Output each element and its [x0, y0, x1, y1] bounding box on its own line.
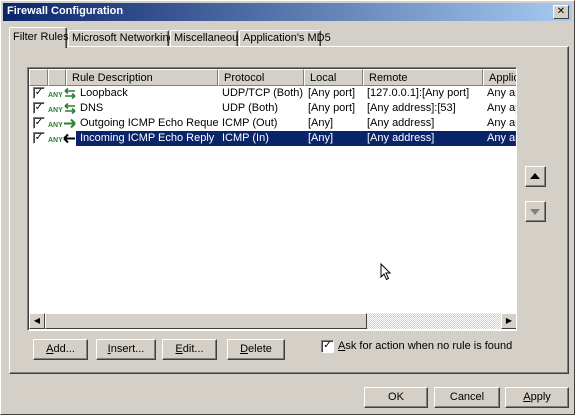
- apply-button[interactable]: Apply: [505, 387, 569, 408]
- rule-enabled-checkbox[interactable]: ✓: [33, 87, 45, 99]
- tab-strip: Filter Rules Microsoft Networking Miscel…: [9, 27, 569, 48]
- rule-local: [Any port]: [308, 87, 356, 99]
- column-header-application[interactable]: Applica: [483, 69, 516, 86]
- any-label: ANY: [48, 122, 63, 129]
- column-header-icon[interactable]: [48, 69, 66, 86]
- button-label: Cancel: [449, 391, 485, 403]
- button-label: OK: [388, 391, 404, 403]
- rule-remote: [Any address]:[53]: [367, 102, 456, 114]
- ask-for-action-label[interactable]: Ask for action when no rule is found: [338, 340, 512, 352]
- table-row[interactable]: ✓ ANY Outgoing ICMP Echo Request ICMP (O…: [29, 116, 516, 131]
- close-icon: ✕: [556, 6, 566, 17]
- mouse-cursor-icon: [380, 263, 392, 281]
- table-row-selected[interactable]: ✓ ANY Incoming ICMP Echo Reply ICMP (In)…: [29, 131, 516, 146]
- rules-list[interactable]: Rule Description Protocol Local Remote A…: [27, 67, 517, 331]
- rule-application: Any ap: [487, 117, 516, 129]
- column-header-remote[interactable]: Remote: [363, 69, 483, 86]
- tab-label: Microsoft Networking: [72, 32, 175, 44]
- add-button[interactable]: Add...: [33, 339, 88, 360]
- horizontal-scrollbar[interactable]: ◀ ▶: [29, 313, 516, 329]
- rule-description: Incoming ICMP Echo Reply: [80, 132, 215, 144]
- rule-protocol: UDP (Both): [222, 102, 279, 114]
- rule-protocol: ICMP (In): [222, 132, 269, 144]
- option-label: sk for action when no rule is found: [345, 340, 513, 352]
- rule-enabled-checkbox[interactable]: ✓: [33, 102, 45, 114]
- rule-enabled-checkbox[interactable]: ✓: [33, 117, 45, 129]
- rule-description: Outgoing ICMP Echo Request: [80, 117, 218, 129]
- title-bar[interactable]: Firewall Configuration ✕: [3, 3, 572, 21]
- rule-local: [Any port]: [308, 102, 356, 114]
- any-label: ANY: [48, 137, 63, 144]
- button-mnemonic: A: [523, 391, 531, 403]
- button-label: dd...: [53, 343, 75, 355]
- scroll-left-button[interactable]: ◀: [29, 313, 45, 329]
- button-mnemonic: E: [175, 343, 183, 355]
- window-title: Firewall Configuration: [7, 5, 124, 17]
- triangle-down-icon: [530, 209, 540, 215]
- check-icon: ✓: [34, 102, 44, 113]
- tab-label: Miscellaneous: [174, 32, 244, 44]
- rule-enabled-checkbox[interactable]: ✓: [33, 132, 45, 144]
- check-icon: ✓: [34, 117, 44, 128]
- check-icon: ✓: [34, 132, 44, 143]
- rule-application: Any ap: [487, 87, 516, 99]
- tab-miscellaneous[interactable]: Miscellaneous: [170, 30, 244, 47]
- any-label: ANY: [48, 92, 63, 99]
- column-header-check[interactable]: [29, 69, 48, 86]
- cancel-button[interactable]: Cancel: [434, 387, 500, 408]
- insert-button[interactable]: Insert...: [96, 339, 156, 360]
- table-row[interactable]: ✓ ANY DNS UDP (Both) [Any port] [Any add…: [29, 101, 516, 116]
- scrollbar-thumb[interactable]: [45, 313, 367, 329]
- ok-button[interactable]: OK: [364, 387, 428, 408]
- any-label: ANY: [48, 107, 63, 114]
- button-label: pply: [530, 391, 551, 403]
- rule-local: [Any]: [308, 117, 334, 129]
- triangle-up-icon: [530, 173, 540, 179]
- close-button[interactable]: ✕: [553, 5, 569, 19]
- tab-applications-md5[interactable]: Application's MD5: [239, 30, 331, 47]
- scroll-right-button[interactable]: ▶: [501, 313, 516, 329]
- rule-description: DNS: [80, 102, 104, 114]
- check-icon: ✓: [323, 340, 332, 351]
- scroll-right-icon: ▶: [505, 316, 513, 325]
- column-header-protocol[interactable]: Protocol: [218, 69, 304, 86]
- tab-label: Application's MD5: [243, 32, 331, 44]
- tab-filter-rules[interactable]: Filter Rules: [9, 27, 69, 48]
- edit-button[interactable]: Edit...: [162, 339, 217, 360]
- firewall-configuration-window: Firewall Configuration ✕ Filter Rules Mi…: [0, 0, 575, 415]
- button-label: dit...: [182, 343, 204, 355]
- bidirectional-arrows-icon: ANY: [48, 102, 76, 115]
- rule-application: Any ap: [487, 132, 516, 144]
- tab-label: Filter Rules: [13, 31, 69, 43]
- button-label: elete: [248, 343, 272, 355]
- column-header-local[interactable]: Local: [304, 69, 363, 86]
- rule-description: Loopback: [80, 87, 128, 99]
- incoming-arrow-icon: ANY: [48, 133, 75, 144]
- tab-microsoft-networking[interactable]: Microsoft Networking: [68, 30, 175, 47]
- ask-for-action-checkbox[interactable]: ✓: [321, 340, 334, 353]
- rule-remote: [Any address]: [367, 117, 435, 129]
- button-label: nsert...: [110, 343, 145, 355]
- move-up-button[interactable]: [525, 166, 546, 187]
- rule-remote: [127.0.0.1]:[Any port]: [367, 87, 470, 99]
- check-icon: ✓: [34, 87, 44, 98]
- rule-protocol: UDP/TCP (Both): [222, 87, 304, 99]
- table-row[interactable]: ✓ ANY Loopback UDP/TCP (Both) [Any port]…: [29, 86, 516, 101]
- rule-protocol: ICMP (Out): [222, 117, 278, 129]
- scroll-left-icon: ◀: [33, 316, 41, 325]
- list-header: Rule Description Protocol Local Remote A…: [29, 69, 516, 86]
- delete-button[interactable]: Delete: [227, 339, 285, 360]
- rule-remote: [Any address]: [367, 132, 435, 144]
- bidirectional-arrows-icon: ANY: [48, 87, 76, 100]
- column-header-description[interactable]: Rule Description: [66, 69, 218, 86]
- button-mnemonic: D: [240, 343, 249, 355]
- move-down-button[interactable]: [525, 201, 546, 222]
- outgoing-arrow-icon: ANY: [48, 118, 76, 129]
- rule-application: Any ap: [487, 102, 516, 114]
- rule-local: [Any]: [308, 132, 334, 144]
